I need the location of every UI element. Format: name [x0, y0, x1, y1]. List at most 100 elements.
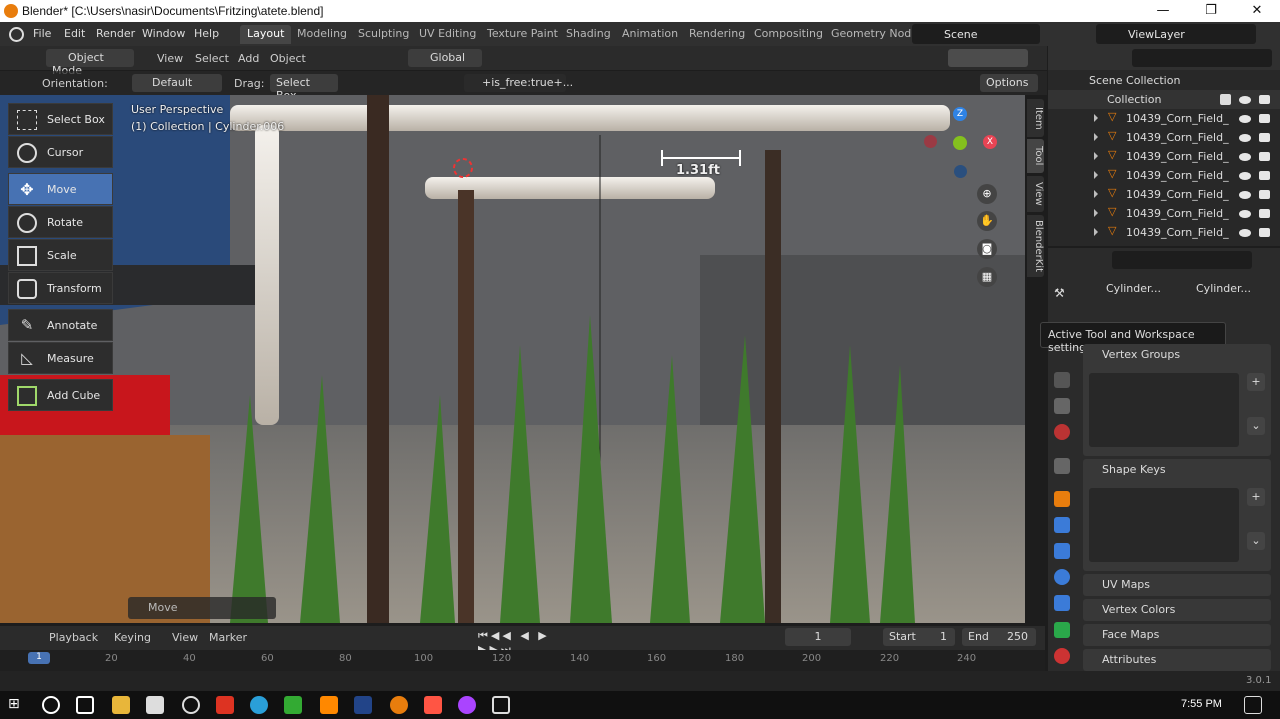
blender-taskbar-icon[interactable]	[390, 696, 408, 714]
render-camera-icon[interactable]	[1259, 209, 1270, 218]
app-icon[interactable]	[284, 696, 302, 714]
menu-keying[interactable]: Keying	[114, 631, 151, 644]
menu-view[interactable]: View	[172, 631, 198, 644]
render-camera-icon[interactable]	[1259, 95, 1270, 104]
menu-render[interactable]: Render	[96, 27, 135, 40]
render-camera-icon[interactable]	[1259, 190, 1270, 199]
menu-view[interactable]: View	[157, 52, 183, 65]
tab-shading[interactable]: Shading	[559, 25, 618, 44]
3d-viewport[interactable]: Select Box Cursor ✥ Move Rotate Scale Tra…	[0, 95, 1025, 623]
add-button[interactable]: +	[1247, 488, 1265, 506]
minimize-button[interactable]: —	[1140, 0, 1186, 22]
add-button[interactable]: +	[1247, 373, 1265, 391]
end-frame-field[interactable]: End 250	[962, 628, 1036, 646]
view-layer-selector[interactable]: ViewLayer	[1096, 24, 1256, 44]
shading-mode-buttons[interactable]	[948, 49, 1028, 67]
tab-animation[interactable]: Animation	[615, 25, 685, 44]
filter-field[interactable]: +is_free:true+...	[464, 74, 573, 92]
world-tab-icon[interactable]	[1054, 424, 1070, 440]
notifications-icon[interactable]	[1244, 696, 1262, 714]
menu-file[interactable]: File	[33, 27, 51, 40]
gizmo-y-axis[interactable]	[953, 136, 967, 150]
menu-edit[interactable]: Edit	[64, 27, 85, 40]
modifier-wrench-icon[interactable]	[1054, 517, 1070, 533]
outliner-scene-collection[interactable]: Scene Collection	[1048, 71, 1280, 90]
visibility-eye-icon[interactable]	[1239, 153, 1251, 161]
sidebar-tab-blenderkit[interactable]: BlenderKit	[1027, 215, 1044, 277]
transform-orientation-dropdown[interactable]: Global	[408, 49, 482, 67]
camera-view-icon[interactable]: ◙	[977, 239, 997, 259]
clock-time[interactable]: 7:55 PM	[1181, 698, 1222, 710]
last-operator-panel[interactable]: Move	[128, 597, 276, 619]
tab-compositing[interactable]: Compositing	[747, 25, 830, 44]
telegram-icon[interactable]	[250, 696, 268, 714]
breadcrumb-object[interactable]: Cylinder...	[1106, 282, 1161, 295]
search-icon[interactable]	[42, 696, 60, 714]
sidebar-tab-item[interactable]: Item	[1027, 99, 1044, 137]
menu-help[interactable]: Help	[194, 27, 219, 40]
visibility-eye-icon[interactable]	[1239, 172, 1251, 180]
options-dropdown[interactable]: Options	[980, 74, 1038, 92]
pan-hand-icon[interactable]: ✋	[977, 211, 997, 231]
render-camera-icon[interactable]	[1259, 152, 1270, 161]
tool-settings-tab-icon[interactable]: ⚒	[1054, 286, 1070, 302]
tool-cursor[interactable]: Cursor	[8, 136, 113, 168]
panel-shape-keys[interactable]: Shape Keys + ⌄	[1083, 459, 1271, 571]
photos-icon[interactable]	[492, 696, 510, 714]
scene-selector[interactable]: Scene	[912, 24, 1040, 44]
mode-dropdown[interactable]: Object Mode	[46, 49, 134, 77]
menu-select[interactable]: Select	[195, 52, 229, 65]
sidebar-tab-view[interactable]: View	[1027, 176, 1044, 212]
drag-dropdown[interactable]: Select Box	[270, 74, 338, 102]
breadcrumb-mesh-data[interactable]: Cylinder...	[1196, 282, 1251, 295]
panel-vertex-groups[interactable]: Vertex Groups + ⌄	[1083, 344, 1271, 456]
maximize-button[interactable]: ❐	[1188, 0, 1234, 22]
visibility-eye-icon[interactable]	[1239, 229, 1251, 237]
outliner-row[interactable]: ▽ 10439_Corn_Field_	[1048, 185, 1280, 204]
tool-move[interactable]: ✥ Move	[8, 173, 113, 205]
start-frame-field[interactable]: Start 1	[883, 628, 955, 646]
render-camera-icon[interactable]	[1259, 133, 1270, 142]
object-tab-icon[interactable]	[1054, 491, 1070, 507]
tool-select-box[interactable]: Select Box	[8, 103, 113, 135]
outliner-row[interactable]: ▽ 10439_Corn_Field_	[1048, 166, 1280, 185]
brave-icon[interactable]	[424, 696, 442, 714]
render-camera-icon[interactable]	[1259, 114, 1270, 123]
collection-tab-icon[interactable]	[1054, 458, 1070, 474]
mesh-data-tab-icon[interactable]	[1054, 622, 1070, 638]
tab-rendering[interactable]: Rendering	[682, 25, 752, 44]
outliner-row[interactable]: ▽ 10439_Corn_Field_	[1048, 147, 1280, 166]
gizmo-z-axis[interactable]: Z	[953, 107, 967, 121]
particles-tab-icon[interactable]	[1054, 543, 1070, 559]
panel-vertex-colors[interactable]: Vertex Colors	[1083, 599, 1271, 621]
tab-sculpting[interactable]: Sculpting	[351, 25, 416, 44]
file-explorer-icon[interactable]	[112, 696, 130, 714]
render-camera-icon[interactable]	[1259, 228, 1270, 237]
specials-dropdown-button[interactable]: ⌄	[1247, 532, 1265, 550]
vlc-icon[interactable]	[320, 696, 338, 714]
specials-dropdown-button[interactable]: ⌄	[1247, 417, 1265, 435]
visibility-eye-icon[interactable]	[1239, 210, 1251, 218]
menu-playback[interactable]: Playback	[49, 631, 98, 644]
tab-uv-editing[interactable]: UV Editing	[412, 25, 483, 44]
task-view-icon[interactable]	[76, 696, 94, 714]
foxit-icon[interactable]	[216, 696, 234, 714]
blender-menu-icon[interactable]	[9, 27, 24, 42]
panel-face-maps[interactable]: Face Maps	[1083, 624, 1271, 646]
ortho-grid-icon[interactable]: ▦	[977, 267, 997, 287]
close-button[interactable]: ✕	[1234, 0, 1280, 22]
playback-controls[interactable]: ⏮◀◀ ◀ ▶ ▶▶⏭	[478, 629, 590, 656]
sidebar-tab-tool[interactable]: Tool	[1027, 139, 1044, 173]
scene-tab-icon[interactable]	[1054, 398, 1070, 414]
outliner-row[interactable]: ▽ 10439_Corn_Field_	[1048, 204, 1280, 223]
material-tab-icon[interactable]	[1054, 648, 1070, 664]
tab-geometry-nodes[interactable]: Geometry Nod	[824, 25, 918, 44]
menu-add[interactable]: Add	[238, 52, 259, 65]
tool-scale[interactable]: Scale	[8, 239, 113, 271]
panel-attributes[interactable]: Attributes	[1083, 649, 1271, 671]
tool-rotate[interactable]: Rotate	[8, 206, 113, 238]
tool-transform[interactable]: Transform	[8, 272, 113, 304]
zoom-icon[interactable]: ⊕	[977, 184, 997, 204]
app-icon[interactable]	[354, 696, 372, 714]
tool-measure[interactable]: ◺ Measure	[8, 342, 113, 374]
